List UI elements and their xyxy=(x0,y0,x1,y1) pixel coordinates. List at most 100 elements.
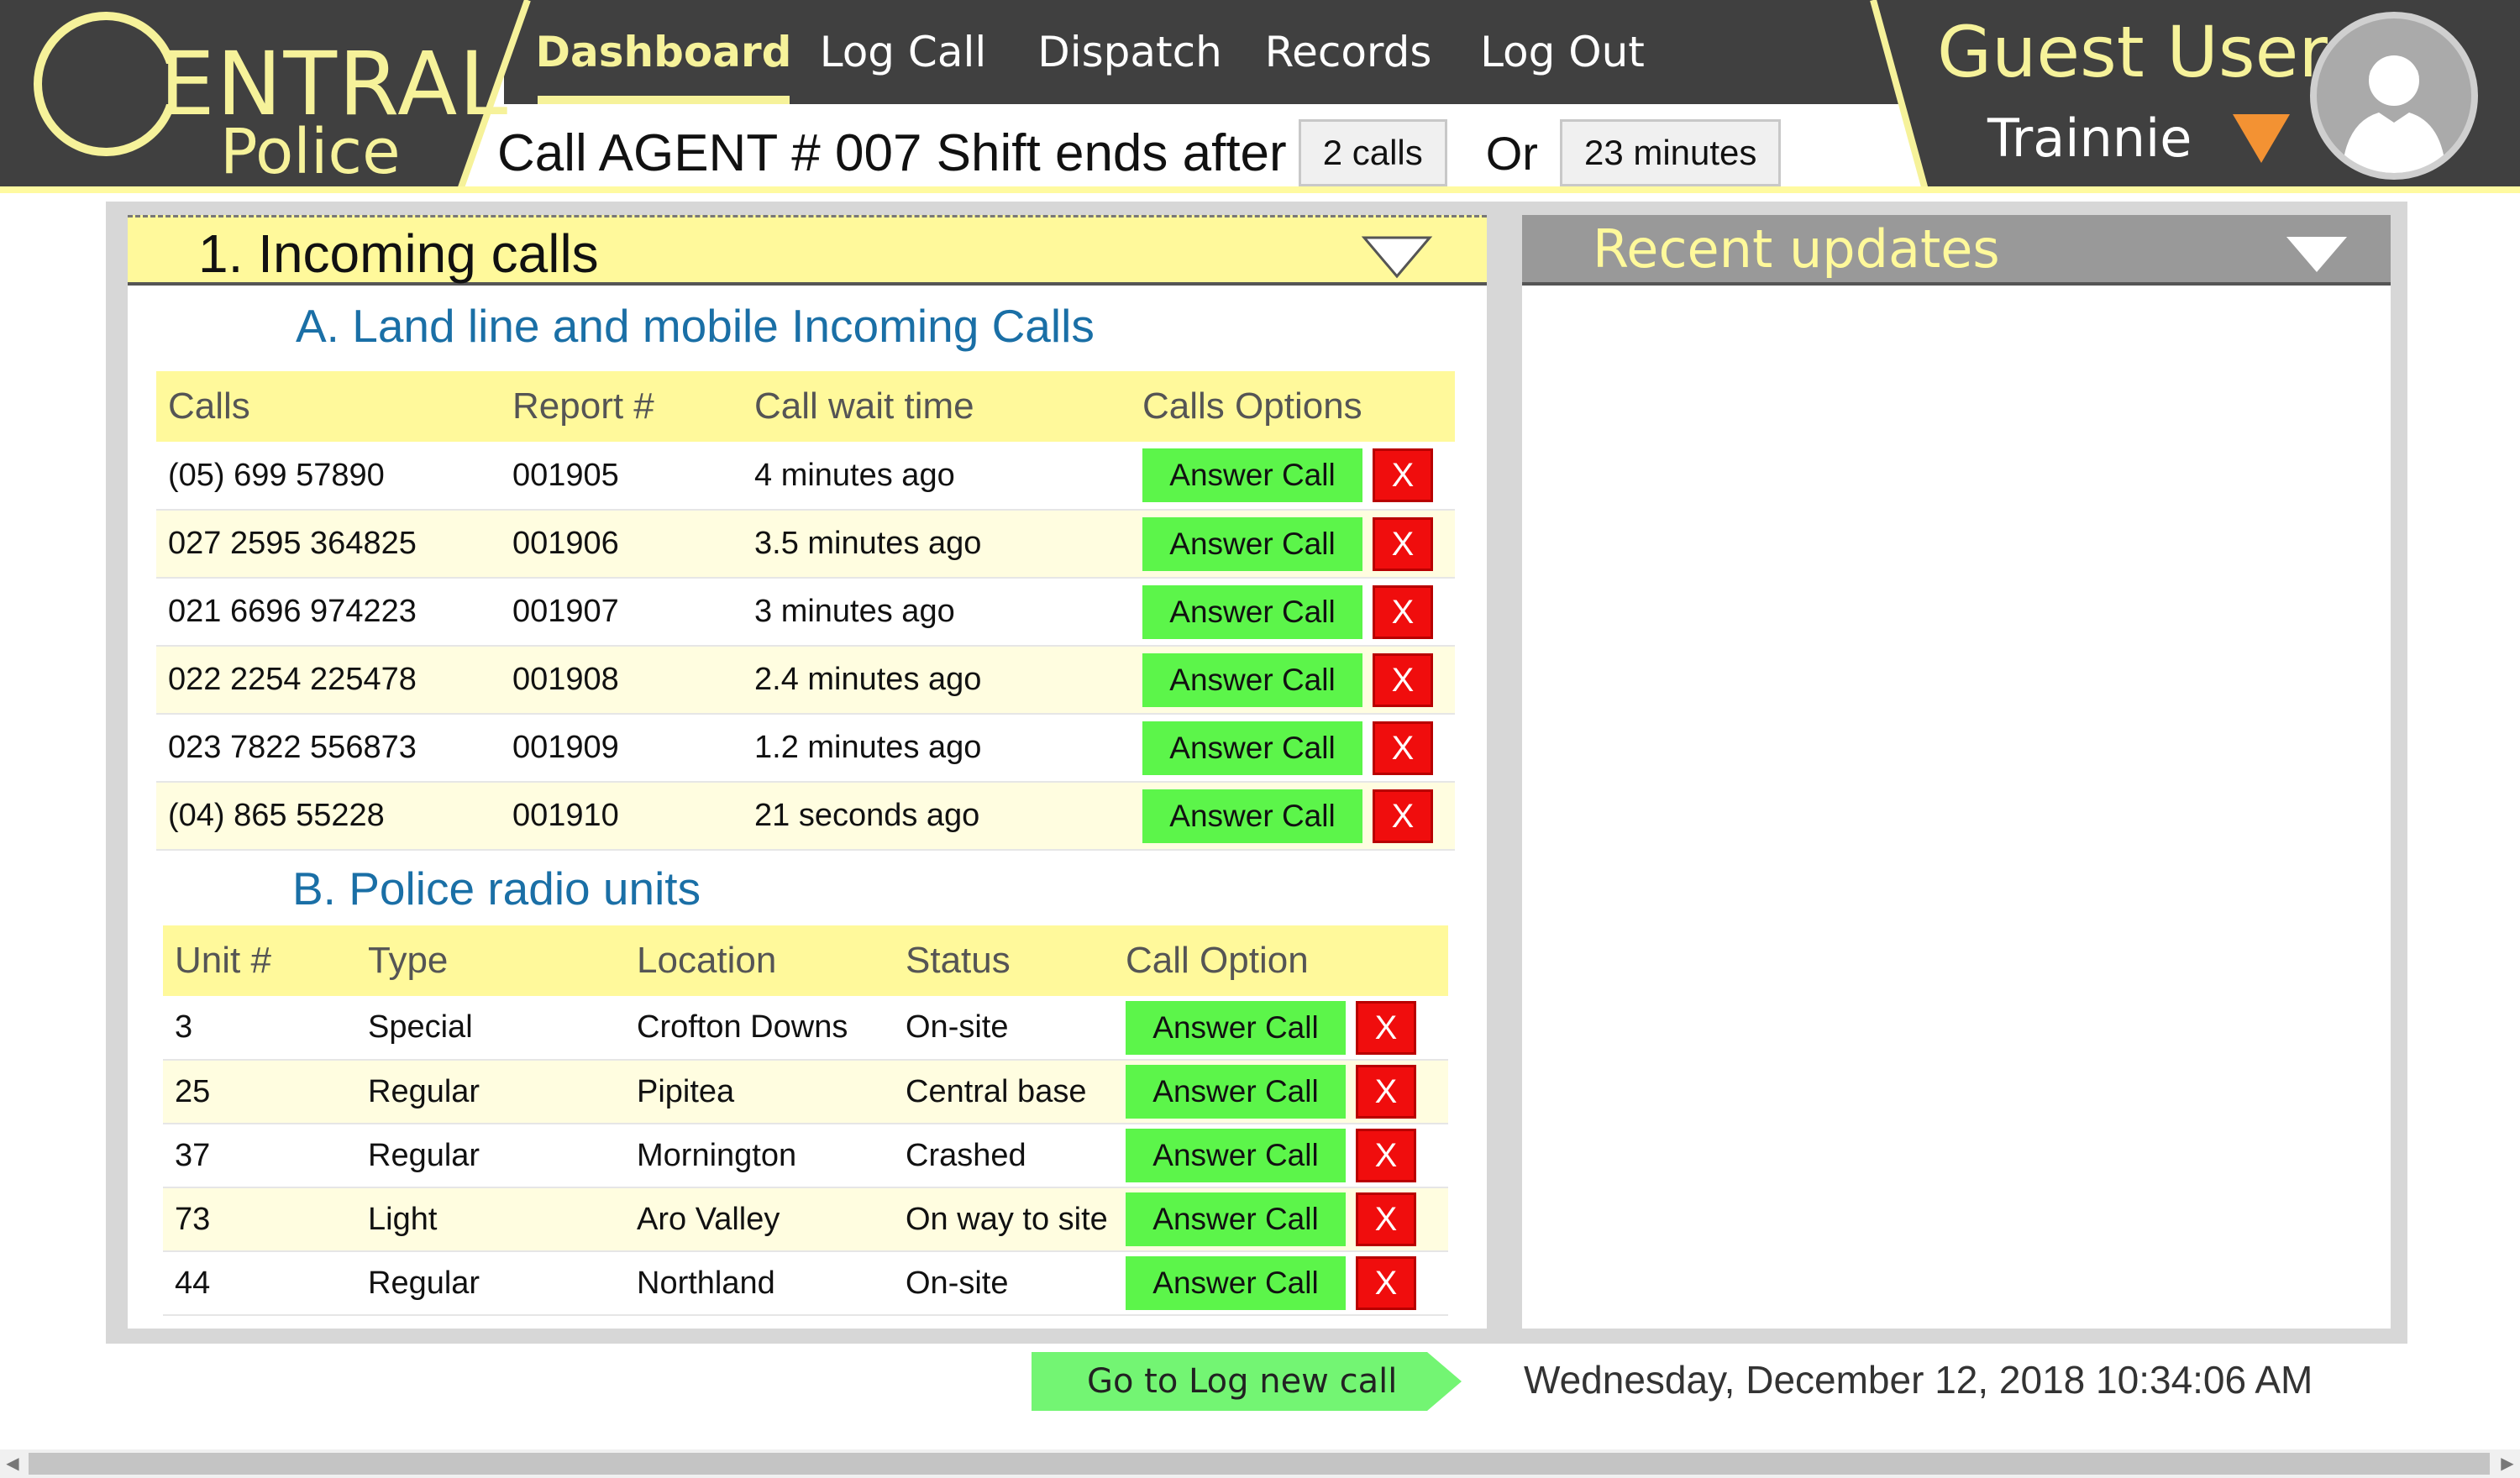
dropdown-arrow-icon[interactable] xyxy=(2233,114,2290,163)
unit-location: Pipitea xyxy=(625,1060,894,1124)
nav-log-call[interactable]: Log Call xyxy=(790,0,1016,104)
dismiss-button[interactable]: X xyxy=(1356,1129,1416,1182)
call-number: (05) 699 57890 xyxy=(156,442,501,511)
recent-updates-header: Recent updates xyxy=(1522,215,2391,286)
dismiss-button[interactable]: X xyxy=(1373,789,1433,843)
incoming-calls-table: Calls Report # Call wait time Calls Opti… xyxy=(156,371,1455,851)
collapse-triangle-icon[interactable] xyxy=(1361,234,1433,280)
nav-log-out[interactable]: Log Out xyxy=(1453,0,1672,104)
call-options-cell: Answer Call X xyxy=(1114,1124,1448,1188)
column-header: Location xyxy=(625,925,894,996)
logo-text-sub: Police xyxy=(220,116,401,188)
table-row: 3 Special Crofton Downs On-site Answer Call X xyxy=(163,996,1448,1061)
call-options-cell: Answer Call X xyxy=(1131,714,1455,783)
column-header: Report # xyxy=(501,371,743,442)
answer-call-button[interactable]: Answer Call xyxy=(1142,584,1362,639)
incoming-calls-title: 1. Incoming calls xyxy=(198,223,599,284)
unit-type: Light xyxy=(356,1187,625,1252)
answer-call-button[interactable]: Answer Call xyxy=(1142,653,1362,707)
unit-number: 44 xyxy=(163,1251,356,1316)
chevron-left-icon[interactable]: ◀ xyxy=(0,1449,25,1478)
unit-status: Central base xyxy=(894,1060,1114,1124)
call-wait-time: 2.4 minutes ago xyxy=(743,646,1131,715)
unit-number: 3 xyxy=(163,996,356,1061)
chevron-right-icon[interactable]: ▶ xyxy=(2495,1449,2520,1478)
call-options-cell: Answer Call X xyxy=(1131,646,1455,715)
call-options-cell: Answer Call X xyxy=(1131,578,1455,647)
incoming-calls-header: 1. Incoming calls xyxy=(128,215,1487,286)
answer-call-button[interactable]: Answer Call xyxy=(1142,448,1362,502)
logo-c-mark xyxy=(34,12,180,156)
table-row: 023 7822 556873 001909 1.2 minutes ago Answ… xyxy=(156,714,1455,783)
answer-call-button[interactable]: Answer Call xyxy=(1126,1256,1346,1310)
answer-call-button[interactable]: Answer Call xyxy=(1126,1065,1346,1119)
radio-units-table: Unit # Type Location Status Call Option … xyxy=(163,925,1448,1316)
unit-location: Northland xyxy=(625,1251,894,1316)
answer-call-button[interactable]: Answer Call xyxy=(1142,721,1362,775)
answer-call-button[interactable]: Answer Call xyxy=(1142,789,1362,843)
column-header: Type xyxy=(356,925,625,996)
table-row: 021 6696 974223 001907 3 minutes ago Answer… xyxy=(156,578,1455,647)
unit-status: On way to site xyxy=(894,1187,1114,1252)
table-row: 44 Regular Northland On-site Answer Call X xyxy=(163,1251,1448,1316)
avatar[interactable] xyxy=(2310,12,2478,180)
call-number: 023 7822 556873 xyxy=(156,714,501,783)
dismiss-button[interactable]: X xyxy=(1373,721,1433,775)
dismiss-button[interactable]: X xyxy=(1373,584,1433,639)
nav-records[interactable]: Records xyxy=(1243,0,1453,104)
shift-minutes-remaining: 23 minutes xyxy=(1559,119,1782,186)
column-header: Calls Options xyxy=(1131,371,1455,442)
call-options-cell: Answer Call X xyxy=(1131,442,1455,511)
answer-call-button[interactable]: Answer Call xyxy=(1142,516,1362,571)
call-options-cell: Answer Call X xyxy=(1131,782,1455,851)
nav-dispatch[interactable]: Dispatch xyxy=(1016,0,1243,104)
user-role: Trainnie xyxy=(1987,107,2192,169)
incoming-calls-panel: 1. Incoming calls A. Land line and mobil… xyxy=(128,215,1487,1329)
table-row: 25 Regular Pipitea Central base Answer Call X xyxy=(163,1060,1448,1124)
dismiss-button[interactable]: X xyxy=(1373,516,1433,571)
unit-location: Crofton Downs xyxy=(625,996,894,1061)
nav-dashboard[interactable]: Dashboard xyxy=(536,0,791,104)
horizontal-scrollbar[interactable]: ◀ ▶ xyxy=(0,1449,2520,1478)
call-wait-time: 1.2 minutes ago xyxy=(743,714,1131,783)
shift-status-text: Call AGENT # 007 Shift ends after xyxy=(497,123,1287,182)
collapse-triangle-icon[interactable] xyxy=(2285,235,2349,274)
unit-status: On-site xyxy=(894,996,1114,1061)
logo: ENTRAL Police xyxy=(34,7,507,188)
scrollbar-thumb[interactable] xyxy=(29,1453,2490,1475)
unit-type: Special xyxy=(356,996,625,1061)
current-datetime: Wednesday, December 12, 2018 10:34:06 AM xyxy=(1524,1358,2313,1402)
recent-updates-title: Recent updates xyxy=(1593,218,2000,280)
dismiss-button[interactable]: X xyxy=(1373,448,1433,502)
column-header: Status xyxy=(894,925,1114,996)
user-silhouette-icon xyxy=(2342,55,2446,173)
report-number: 001908 xyxy=(501,646,743,715)
answer-call-button[interactable]: Answer Call xyxy=(1126,1129,1346,1182)
call-options-cell: Answer Call X xyxy=(1114,996,1448,1061)
call-wait-time: 4 minutes ago xyxy=(743,442,1131,511)
answer-call-button[interactable]: Answer Call xyxy=(1126,1000,1346,1055)
dismiss-button[interactable]: X xyxy=(1356,1256,1416,1310)
table-header-row: Calls Report # Call wait time Calls Opti… xyxy=(156,371,1455,442)
dismiss-button[interactable]: X xyxy=(1356,1192,1416,1246)
column-header: Call wait time xyxy=(743,371,1131,442)
go-to-log-new-call-button[interactable]: Go to Log new call xyxy=(1032,1352,1462,1411)
unit-number: 37 xyxy=(163,1124,356,1188)
dismiss-button[interactable]: X xyxy=(1373,653,1433,707)
dismiss-button[interactable]: X xyxy=(1356,1065,1416,1119)
report-number: 001906 xyxy=(501,510,743,579)
call-number: 027 2595 364825 xyxy=(156,510,501,579)
answer-call-button[interactable]: Answer Call xyxy=(1126,1192,1346,1246)
unit-location: Mornington xyxy=(625,1124,894,1188)
table-row: 73 Light Aro Valley On way to site Answer Ca… xyxy=(163,1187,1448,1252)
logo-text-main: ENTRAL xyxy=(160,33,510,135)
report-number: 001909 xyxy=(501,714,743,783)
table-row: (05) 699 57890 001905 4 minutes ago Answer … xyxy=(156,442,1455,511)
unit-status: Crashed xyxy=(894,1124,1114,1188)
shift-calls-remaining: 2 calls xyxy=(1298,119,1447,186)
column-header: Unit # xyxy=(163,925,356,996)
unit-type: Regular xyxy=(356,1124,625,1188)
report-number: 001907 xyxy=(501,578,743,647)
dismiss-button[interactable]: X xyxy=(1356,1000,1416,1055)
shift-status-bar: Call AGENT # 007 Shift ends after 2 call… xyxy=(497,118,1782,188)
